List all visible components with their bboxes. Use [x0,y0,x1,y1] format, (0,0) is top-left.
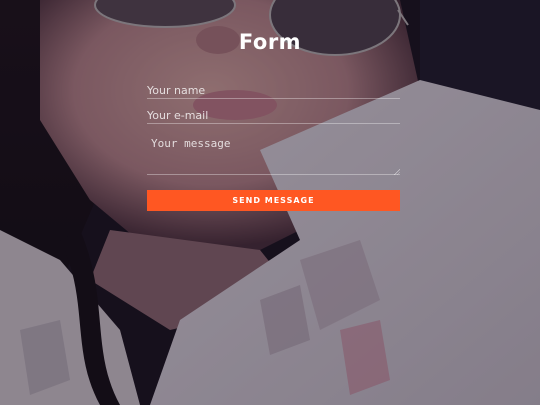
form-title: Form [238,30,302,54]
send-message-button[interactable]: SEND MESSAGE [147,190,400,211]
email-field[interactable] [147,107,400,124]
message-field[interactable] [147,134,400,175]
form-page: Form SEND MESSAGE [0,0,540,405]
resize-grip-icon[interactable] [393,168,400,175]
name-field[interactable] [147,82,400,99]
